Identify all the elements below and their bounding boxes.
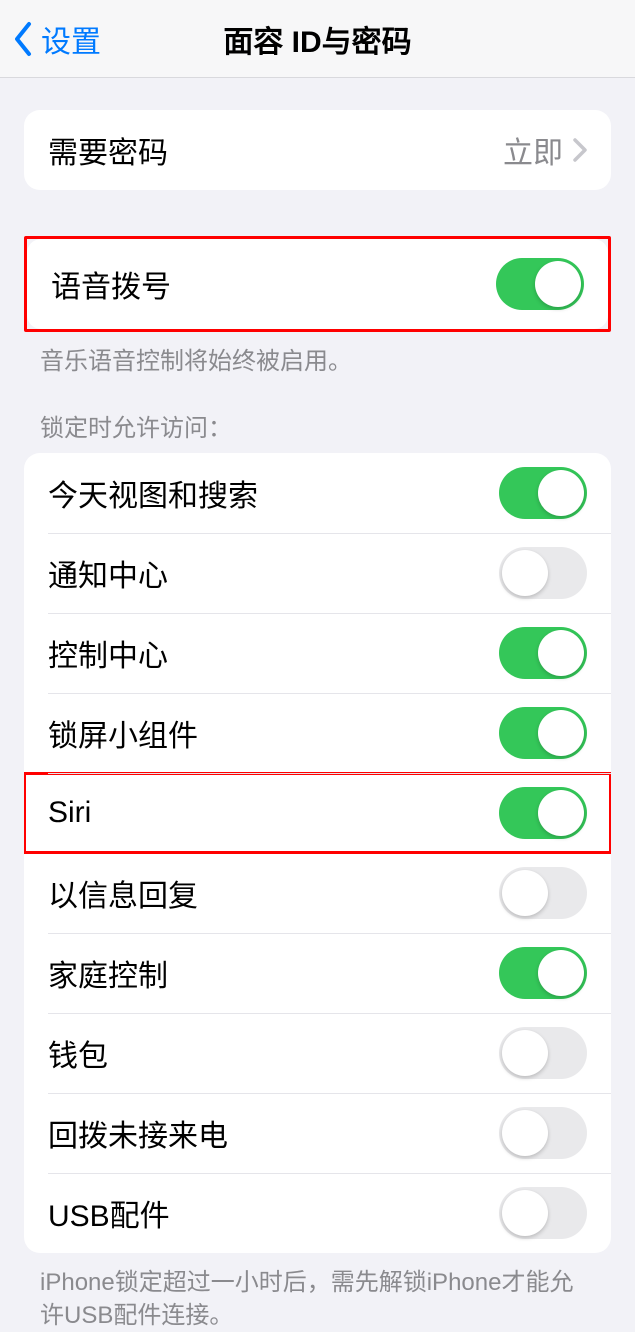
switch-knob [538,790,584,836]
cell-locked-item: 以信息回复 [24,853,611,933]
cell-label: 控制中心 [48,631,168,675]
switch-knob [502,1030,548,1076]
voice-dial-footer: 音乐语音控制将始终被启用。 [40,346,595,378]
cell-value: 立即 [503,128,563,172]
switch-knob [538,950,584,996]
chevron-right-icon [573,138,587,162]
group-require-passcode: 需要密码 立即 [24,110,611,190]
cell-voice-dial: 语音拨号 [27,239,608,329]
toggle-switch[interactable] [499,867,587,919]
cell-locked-item: 通知中心 [24,533,611,613]
toggle-switch[interactable] [499,1187,587,1239]
cell-label: 家庭控制 [48,951,168,995]
cell-locked-item: Siri [24,773,611,853]
voice-dial-switch[interactable] [496,258,584,310]
back-button[interactable]: 设置 [0,17,101,61]
toggle-switch[interactable] [499,787,587,839]
switch-knob [538,630,584,676]
locked-access-footer: iPhone锁定超过一小时后，需先解锁iPhone才能允许USB配件连接。 [40,1267,595,1332]
switch-knob [502,870,548,916]
cell-require-passcode[interactable]: 需要密码 立即 [24,110,611,190]
toggle-switch[interactable] [499,547,587,599]
navbar: 设置 面容 ID与密码 [0,0,635,78]
cell-label: 通知中心 [48,551,168,595]
cell-label: 语音拨号 [51,262,171,306]
cell-label: USB配件 [48,1191,170,1235]
toggle-switch[interactable] [499,1107,587,1159]
toggle-switch[interactable] [499,947,587,999]
back-label: 设置 [41,17,101,61]
cell-label: 今天视图和搜索 [48,471,258,515]
switch-knob [538,470,584,516]
switch-knob [538,710,584,756]
cell-locked-item: 家庭控制 [24,933,611,1013]
cell-locked-item: USB配件 [24,1173,611,1253]
cell-locked-item: 锁屏小组件 [24,693,611,773]
toggle-switch[interactable] [499,1027,587,1079]
group-locked-access: 今天视图和搜索通知中心控制中心锁屏小组件 Siri 以信息回复家庭控制钱包回拨未接来… [24,453,611,1253]
chevron-left-icon [12,21,33,57]
cell-locked-item: 控制中心 [24,613,611,693]
cell-locked-item: 钱包 [24,1013,611,1093]
cell-locked-item: 回拨未接来电 [24,1093,611,1173]
highlight-voice-dial: 语音拨号 [24,236,611,332]
toggle-switch[interactable] [499,627,587,679]
switch-knob [502,1110,548,1156]
toggle-switch[interactable] [499,707,587,759]
switch-knob [535,261,581,307]
cell-right: 立即 [503,128,587,172]
toggle-switch[interactable] [499,467,587,519]
cell-locked-item: 今天视图和搜索 [24,453,611,533]
cell-label: 需要密码 [48,128,168,172]
cell-label: 以信息回复 [48,871,198,915]
cell-label: Siri [48,796,91,830]
switch-knob [502,1190,548,1236]
locked-access-header: 锁定时允许访问： [40,408,595,443]
cell-label: 钱包 [48,1031,108,1075]
cell-label: 锁屏小组件 [48,711,198,755]
cell-label: 回拨未接来电 [48,1111,228,1155]
switch-knob [502,550,548,596]
